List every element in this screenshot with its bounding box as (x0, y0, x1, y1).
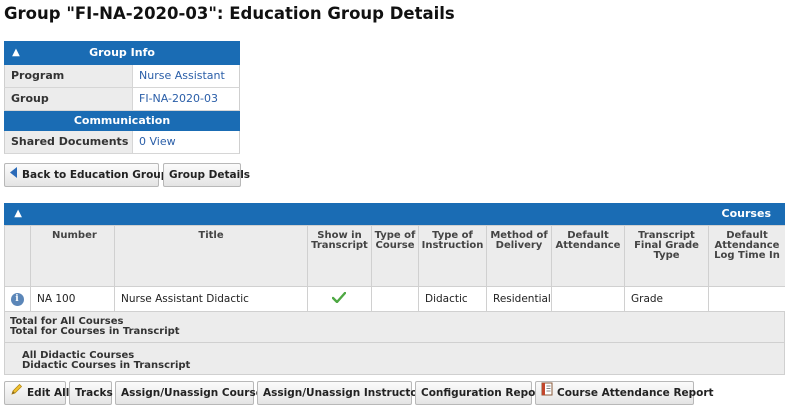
back-to-groups-label: Back to Education Groups (22, 169, 175, 181)
configuration-report-label: Configuration Report (421, 387, 546, 399)
final-grade-type: Grade (624, 286, 709, 312)
configuration-report-button[interactable]: Configuration Report (415, 381, 546, 405)
col-number[interactable]: Number (30, 225, 115, 287)
assign-instructors-button[interactable]: Assign/Unassign Instructors (257, 381, 429, 405)
courses-title: Courses (721, 207, 771, 220)
program-row: Program Nurse Assistant (4, 65, 240, 88)
totals-summary: Total for All Courses Total for Courses … (4, 312, 785, 343)
courses-header-row: Number Title Show in Transcript Type of … (4, 225, 785, 287)
assign-courses-label: Assign/Unassign Courses (121, 387, 270, 399)
back-to-groups-button[interactable]: Back to Education Groups (4, 163, 175, 187)
table-row[interactable]: i NA 100 Nurse Assistant Didactic Didact… (4, 286, 785, 312)
group-info-title: Group Info (89, 46, 155, 59)
total-transcript-courses: Total for Courses in Transcript (10, 326, 180, 337)
col-show-in-transcript[interactable]: Show in Transcript (307, 225, 372, 287)
edit-all-button[interactable]: Edit All (4, 381, 70, 405)
col-type-of-course[interactable]: Type of Course (371, 225, 419, 287)
arrow-left-icon (10, 164, 18, 186)
collapse-icon[interactable]: ▲ (10, 41, 22, 65)
group-info-panel: ▲ Group Info Program Nurse Assistant Gro… (4, 41, 240, 154)
checkmark-icon (331, 291, 347, 306)
default-attendance (551, 286, 625, 312)
pencil-icon (10, 382, 23, 404)
info-cell[interactable]: i (4, 286, 31, 312)
show-in-transcript-cell (307, 286, 372, 312)
courses-header[interactable]: ▲ Courses (4, 203, 785, 225)
tracks-button[interactable]: Tracks (69, 381, 113, 405)
col-title[interactable]: Title (114, 225, 308, 287)
course-attendance-report-button[interactable]: Course Attendance Report (535, 381, 714, 405)
method-of-delivery: Residential (486, 286, 552, 312)
group-info-header[interactable]: ▲ Group Info (4, 41, 240, 65)
col-type-of-instruction[interactable]: Type of Instruction (418, 225, 487, 287)
col-default-attendance[interactable]: Default Attendance (551, 225, 625, 287)
type-of-instruction: Didactic (418, 286, 487, 312)
shared-documents-row: Shared Documents 0 View (4, 131, 240, 154)
page-title: Group "FI-NA-2020-03": Education Group D… (4, 4, 455, 23)
shared-documents-link[interactable]: 0 View (133, 131, 239, 153)
col-log-time-in[interactable]: Default Attendance Log Time In (708, 225, 785, 287)
courses-table: Number Title Show in Transcript Type of … (4, 225, 785, 312)
tracks-label: Tracks (75, 387, 113, 399)
col-info (4, 225, 31, 287)
group-row: Group FI-NA-2020-03 (4, 88, 240, 111)
group-details-button[interactable]: Group Details (163, 163, 250, 187)
report-icon (541, 382, 553, 404)
group-link[interactable]: FI-NA-2020-03 (133, 88, 239, 110)
group-details-label: Group Details (169, 169, 251, 181)
col-method-of-delivery[interactable]: Method of Delivery (486, 225, 552, 287)
assign-courses-button[interactable]: Assign/Unassign Courses (115, 381, 269, 405)
assign-instructors-label: Assign/Unassign Instructors (263, 387, 430, 399)
courses-panel: ▲ Courses Number Title Show in Transcrip… (4, 203, 785, 375)
group-label: Group (5, 88, 133, 110)
edit-all-label: Edit All (27, 387, 70, 399)
collapse-icon[interactable]: ▲ (10, 203, 22, 225)
col-final-grade-type[interactable]: Transcript Final Grade Type (624, 225, 709, 287)
program-link[interactable]: Nurse Assistant (133, 65, 239, 87)
course-title: Nurse Assistant Didactic (114, 286, 308, 312)
type-of-course (371, 286, 419, 312)
course-attendance-report-label: Course Attendance Report (557, 387, 714, 399)
program-label: Program (5, 65, 133, 87)
course-number: NA 100 (30, 286, 115, 312)
communication-header: Communication (4, 111, 240, 131)
didactic-summary: All Didactic Courses Didactic Courses in… (4, 343, 785, 375)
didactic-transcript-courses: Didactic Courses in Transcript (22, 360, 191, 371)
shared-documents-label: Shared Documents (5, 131, 133, 153)
log-time-in (708, 286, 785, 312)
info-icon[interactable]: i (10, 293, 24, 306)
